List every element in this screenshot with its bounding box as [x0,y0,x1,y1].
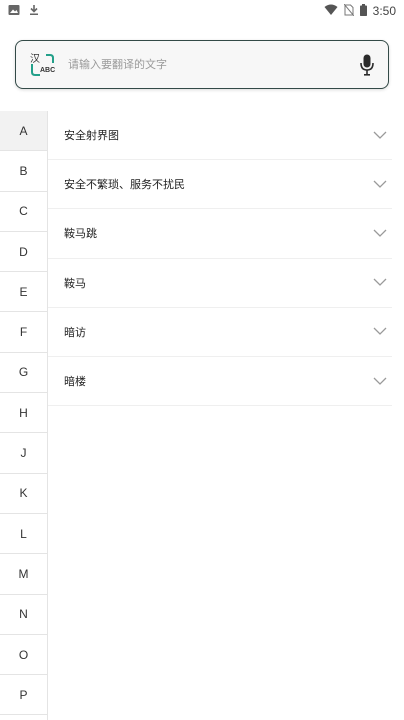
alphabet-index: ABCDEFGHJKLMNOP [0,111,48,720]
word-label: 鞍马 [64,276,86,290]
list-item[interactable]: 鞍马跳 [48,209,392,259]
alphabet-item-d[interactable]: D [0,232,47,273]
chevron-down-icon[interactable] [372,275,388,291]
status-time: 3:50 [372,4,396,18]
alphabet-item-f[interactable]: F [0,312,47,353]
word-label: 暗访 [64,325,86,339]
no-sim-icon [343,3,355,19]
alphabet-item-e[interactable]: E [0,272,47,313]
alphabet-item-j[interactable]: J [0,433,47,474]
word-label: 安全射界图 [64,129,119,143]
alphabet-item-p[interactable]: P [0,675,47,716]
microphone-icon[interactable] [356,53,378,77]
list-item[interactable]: 安全射界图 [48,111,392,161]
list-item[interactable]: 鞍马 [48,259,392,308]
search-bar[interactable]: 汉 ABC [15,40,389,89]
wifi-icon [324,4,338,19]
alphabet-item-m[interactable]: M [0,554,47,595]
battery-icon [359,3,367,19]
word-label: 安全不繁琐、服务不扰民 [64,178,185,192]
word-label: 暗楼 [64,375,86,389]
chevron-down-icon[interactable] [372,373,388,389]
list-item[interactable]: 暗访 [48,308,392,357]
status-bar: 3:50 [0,0,404,22]
alphabet-item-o[interactable]: O [0,635,47,676]
list-item[interactable]: 安全不繁琐、服务不扰民 [48,160,392,210]
chevron-down-icon[interactable] [372,225,388,241]
search-input[interactable] [68,49,356,80]
alphabet-item-b[interactable]: B [0,151,47,192]
svg-text:汉: 汉 [30,53,40,65]
alphabet-item-c[interactable]: C [0,192,47,232]
alphabet-item-a[interactable]: A [0,111,47,152]
alphabet-item-n[interactable]: N [0,595,47,635]
image-icon [8,4,20,19]
alphabet-item-h[interactable]: H [0,393,47,434]
chevron-down-icon[interactable] [372,324,388,340]
list-item[interactable]: 暗楼 [48,357,392,407]
svg-text:ABC: ABC [40,67,55,74]
alphabet-item-k[interactable]: K [0,474,47,514]
alphabet-item-l[interactable]: L [0,514,47,555]
word-label: 鞍马跳 [64,227,97,241]
download-icon [28,4,40,19]
chevron-down-icon[interactable] [372,127,388,143]
translate-logo-icon: 汉 ABC [28,50,58,80]
alphabet-item-g[interactable]: G [0,353,47,394]
chevron-down-icon[interactable] [372,176,388,192]
word-list: 安全射界图安全不繁琐、服务不扰民 鞍马跳鞍马暗访暗楼 [48,111,392,407]
